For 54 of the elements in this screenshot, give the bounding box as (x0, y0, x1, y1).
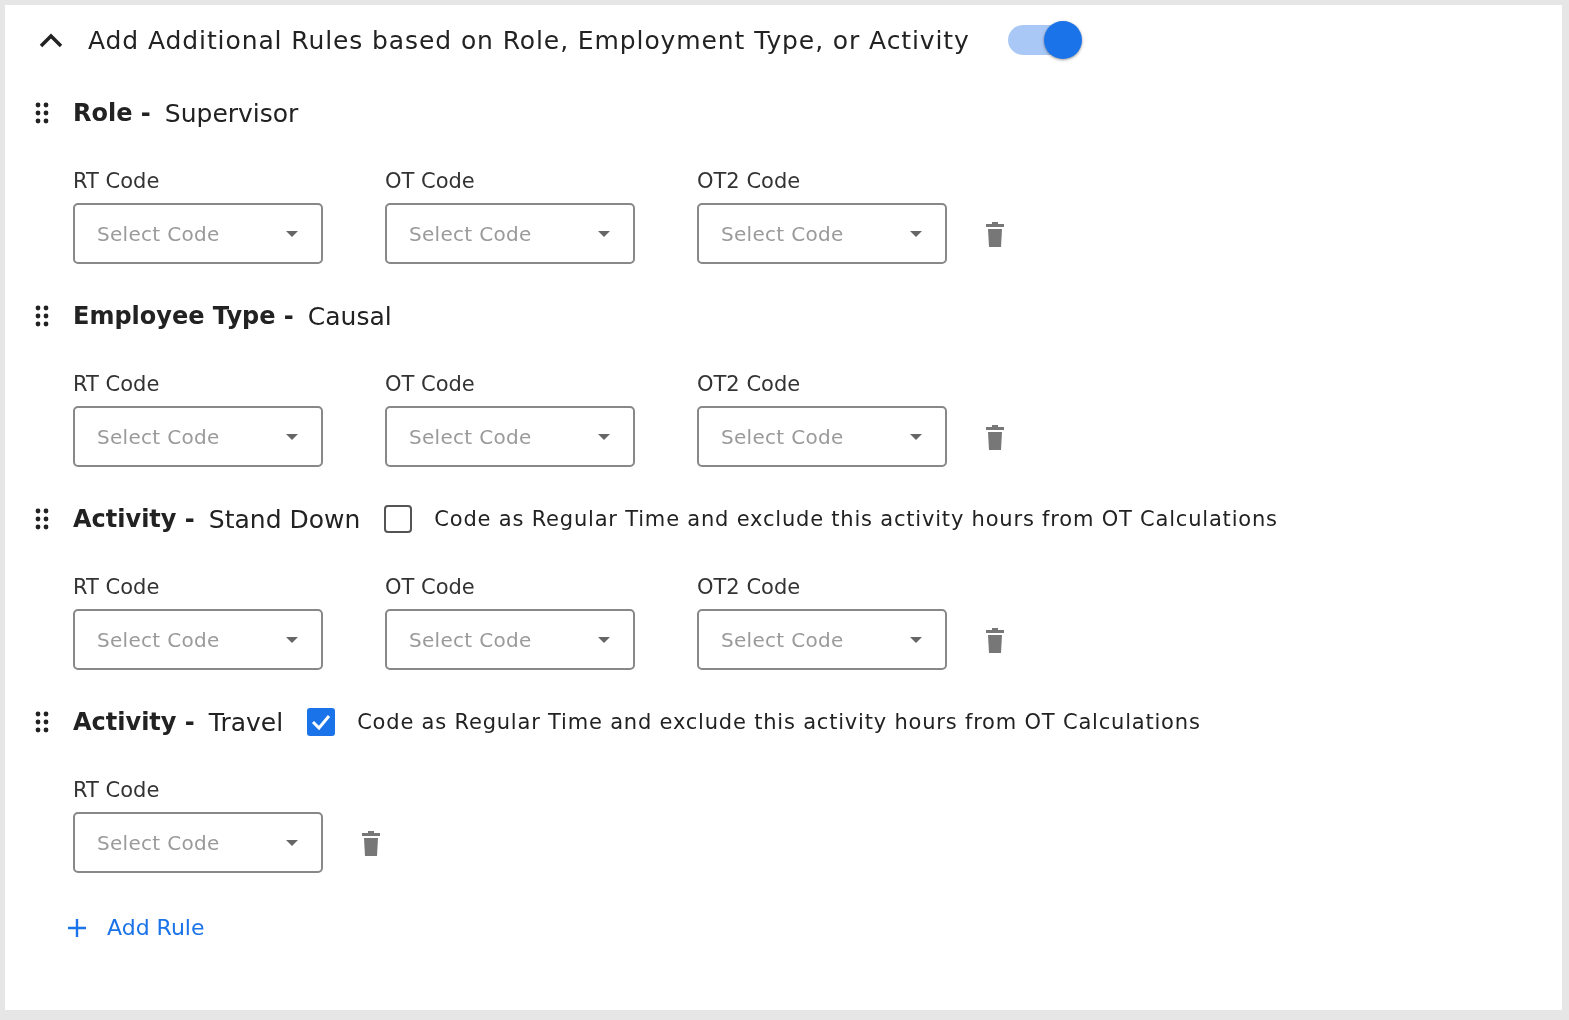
field-label: OT2 Code (697, 169, 802, 193)
code-dropdown[interactable]: Select Code (73, 203, 323, 264)
add-rule-link[interactable]: Add Rule (67, 915, 205, 940)
rule-type: Role - (73, 99, 151, 127)
code-dropdown[interactable]: Select Code (385, 406, 635, 467)
caret-icon[interactable] (597, 229, 611, 238)
code-dropdown[interactable]: Select Code (73, 812, 323, 873)
rule-value: Travel (208, 707, 284, 737)
trash-icon[interactable] (361, 831, 381, 857)
plus-icon[interactable] (67, 917, 87, 938)
caret-icon[interactable] (909, 635, 923, 644)
field-label: RT Code (73, 169, 161, 193)
code-dropdown[interactable]: Select Code (697, 406, 947, 467)
checkbox[interactable] (307, 708, 336, 736)
trash-icon[interactable] (985, 425, 1005, 451)
code-dropdown[interactable]: Select Code (385, 609, 635, 670)
field-label: OT Code (385, 575, 476, 599)
rule-type: Activity - (73, 708, 195, 736)
drag-handle-icon[interactable] (35, 710, 49, 734)
code-dropdown[interactable]: Select Code (697, 609, 947, 670)
section-title: Add Additional Rules based on Role, Employment Type, or Activity (88, 25, 970, 55)
code-dropdown[interactable]: Select Code (73, 609, 323, 670)
caret-icon[interactable] (597, 432, 611, 441)
code-dropdown[interactable]: Select Code (73, 406, 323, 467)
rule-type: Employee Type - (73, 302, 294, 330)
field-label: OT2 Code (697, 575, 802, 599)
code-dropdown[interactable]: Select Code (697, 203, 947, 264)
field-label: RT Code (73, 778, 161, 802)
caret-icon[interactable] (285, 635, 299, 644)
field-label: OT2 Code (697, 372, 802, 396)
checkbox-label: Code as Regular Time and exclude this activity hours from OT Calculations (357, 710, 1201, 734)
caret-icon[interactable] (285, 838, 299, 847)
field-label: OT Code (385, 372, 476, 396)
caret-icon[interactable] (597, 635, 611, 644)
collapse-icon[interactable] (38, 32, 64, 48)
caret-icon[interactable] (909, 229, 923, 238)
rule-value: Causal (307, 301, 392, 331)
field-label: OT Code (385, 169, 476, 193)
rule-type: Activity - (73, 505, 195, 533)
code-dropdown[interactable]: Select Code (385, 203, 635, 264)
drag-handle-icon[interactable] (35, 101, 49, 125)
trash-icon[interactable] (985, 222, 1005, 248)
caret-icon[interactable] (285, 432, 299, 441)
drag-handle-icon[interactable] (35, 304, 49, 328)
rule-value: Supervisor (164, 98, 299, 128)
drag-handle-icon[interactable] (35, 507, 49, 531)
checkbox[interactable] (384, 505, 413, 533)
checkbox-label: Code as Regular Time and exclude this activity hours from OT Calculations (434, 507, 1278, 531)
rule-value: Stand Down (208, 504, 361, 534)
trash-icon[interactable] (985, 628, 1005, 654)
caret-icon[interactable] (909, 432, 923, 441)
field-label: RT Code (73, 575, 161, 599)
field-label: RT Code (73, 372, 161, 396)
caret-icon[interactable] (285, 229, 299, 238)
